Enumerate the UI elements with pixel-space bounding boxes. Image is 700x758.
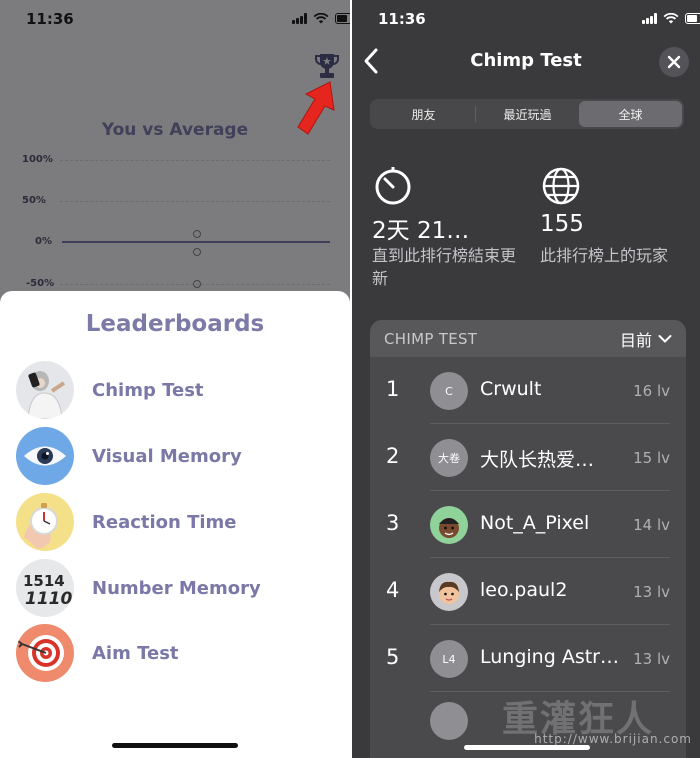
player-name: Lunging Astr… (480, 646, 619, 668)
wifi-icon (663, 13, 679, 24)
leaderboard-item-label: Visual Memory (92, 445, 242, 467)
time-remaining-value: 2天 21… (372, 218, 470, 244)
time-filter-label: 目前 (619, 330, 652, 350)
battery-icon (335, 13, 350, 24)
leaderboard-item-reaction-time[interactable]: Reaction Time (16, 493, 336, 551)
leaderboard-item-label: Number Memory (92, 577, 261, 599)
leaderboard-row[interactable]: 5 L4 Lunging Astr… 13 lv (370, 625, 686, 692)
data-point (193, 248, 201, 256)
rank: 4 (386, 578, 400, 602)
segment-recently-played[interactable]: 最近玩過 (476, 101, 579, 127)
player-count-value: 155 (540, 211, 584, 237)
time-filter-dropdown[interactable]: 目前 (620, 327, 672, 351)
trophy-icon[interactable] (314, 52, 340, 80)
leaderboard-item-number-memory[interactable]: 1514 1110 Number Memory (16, 559, 336, 617)
svg-text:1110: 1110 (25, 589, 72, 609)
leaderboard-card-title: CHIMP TEST (384, 329, 478, 348)
player-level: 13 lv (633, 650, 670, 668)
player-level: 13 lv (633, 583, 670, 601)
memoji-avatar-icon (430, 573, 468, 611)
battery-icon (685, 13, 700, 24)
watermark-url: http://www.brijian.com (534, 732, 692, 746)
chevron-down-icon (658, 334, 672, 343)
rank: 1 (386, 377, 400, 401)
stopwatch-icon (16, 493, 74, 551)
home-indicator[interactable] (112, 743, 238, 748)
rank: 2 (386, 444, 400, 468)
player-name: leo.paul2 (480, 579, 568, 601)
player-count-description: 此排行榜上的玩家 (540, 246, 669, 265)
you-vs-average-chart: 100% 50% 0% -50% (0, 150, 350, 310)
gridline (60, 160, 330, 161)
target-icon (16, 624, 74, 682)
rank: 3 (386, 511, 400, 535)
status-time: 11:36 (26, 10, 74, 28)
left-screen: 11:36 You vs Average 100% 50% 0% -50% Le… (0, 0, 350, 758)
memoji-avatar-icon (430, 506, 468, 544)
player-level: 14 lv (633, 516, 670, 534)
status-time: 11:36 (378, 10, 426, 28)
svg-text:1514: 1514 (23, 572, 65, 590)
right-screen: 11:36 Chimp Test 朋友 最近玩過 全球 2天 21… 直到此排行… (352, 0, 700, 758)
leaderboard-item-chimp-test[interactable]: Chimp Test (16, 361, 336, 419)
nav-title: Chimp Test (470, 50, 582, 71)
wifi-icon (313, 13, 329, 24)
avatar: 大卷 (430, 439, 468, 477)
chimp-icon (16, 361, 74, 419)
player-level: 16 lv (633, 382, 670, 400)
home-indicator[interactable] (464, 745, 590, 750)
leaderboard-item-label: Chimp Test (92, 379, 204, 401)
eye-icon (16, 427, 74, 485)
player-level: 15 lv (633, 449, 670, 467)
cellular-signal-icon (292, 13, 307, 24)
leaderboard-item-aim-test[interactable]: Aim Test (16, 624, 336, 682)
status-icons (642, 13, 700, 24)
data-point (193, 280, 201, 288)
leaderboard-item-label: Aim Test (92, 642, 179, 664)
timer-icon (375, 167, 411, 205)
watermark: 重灌狂人 http://www.brijian.com (502, 690, 692, 750)
time-remaining-description: 直到此排行榜結束更新 (372, 246, 517, 288)
segment-friends[interactable]: 朋友 (372, 101, 475, 127)
close-button[interactable] (659, 47, 689, 77)
number-icon: 1514 1110 (16, 559, 74, 617)
zero-line (62, 241, 330, 243)
y-tick-label: 50% (22, 195, 46, 206)
leaderboard-item-visual-memory[interactable]: Visual Memory (16, 427, 336, 485)
player-name: Crwult (480, 378, 542, 400)
cellular-signal-icon (642, 13, 657, 24)
y-tick-label: -50% (26, 278, 55, 289)
leaderboards-sheet: Leaderboards Chimp Test Visual Memory Re… (0, 291, 350, 758)
scope-segmented-control: 朋友 最近玩過 全球 (370, 99, 684, 129)
avatar (430, 702, 468, 740)
data-point (193, 230, 201, 238)
status-icons (292, 13, 350, 24)
leaderboard-row[interactable]: 3 Not_A_Pixel 14 lv (370, 491, 686, 558)
globe-icon (542, 167, 580, 205)
sheet-title: Leaderboards (85, 311, 265, 337)
avatar: C (430, 372, 468, 410)
leaderboard-row[interactable]: 2 大卷 大队长热爱… 15 lv (370, 424, 686, 491)
status-bar: 11:36 (0, 0, 350, 40)
gridline (60, 201, 330, 202)
y-tick-label: 100% (22, 154, 53, 165)
player-name: Not_A_Pixel (480, 512, 590, 534)
y-tick-label: 0% (35, 236, 52, 247)
leaderboard-item-label: Reaction Time (92, 511, 237, 533)
leaderboard-card-header: CHIMP TEST 目前 (370, 320, 686, 357)
leaderboard-row[interactable]: 4 leo.paul2 13 lv (370, 558, 686, 625)
player-name: 大队长热爱… (480, 449, 595, 471)
chart-title: You vs Average (101, 120, 249, 140)
segment-global[interactable]: 全球 (579, 101, 682, 127)
leaderboard-row[interactable]: 1 C Crwult 16 lv (370, 357, 686, 424)
close-icon (667, 55, 681, 69)
rank: 5 (386, 645, 400, 669)
avatar: L4 (430, 640, 468, 678)
